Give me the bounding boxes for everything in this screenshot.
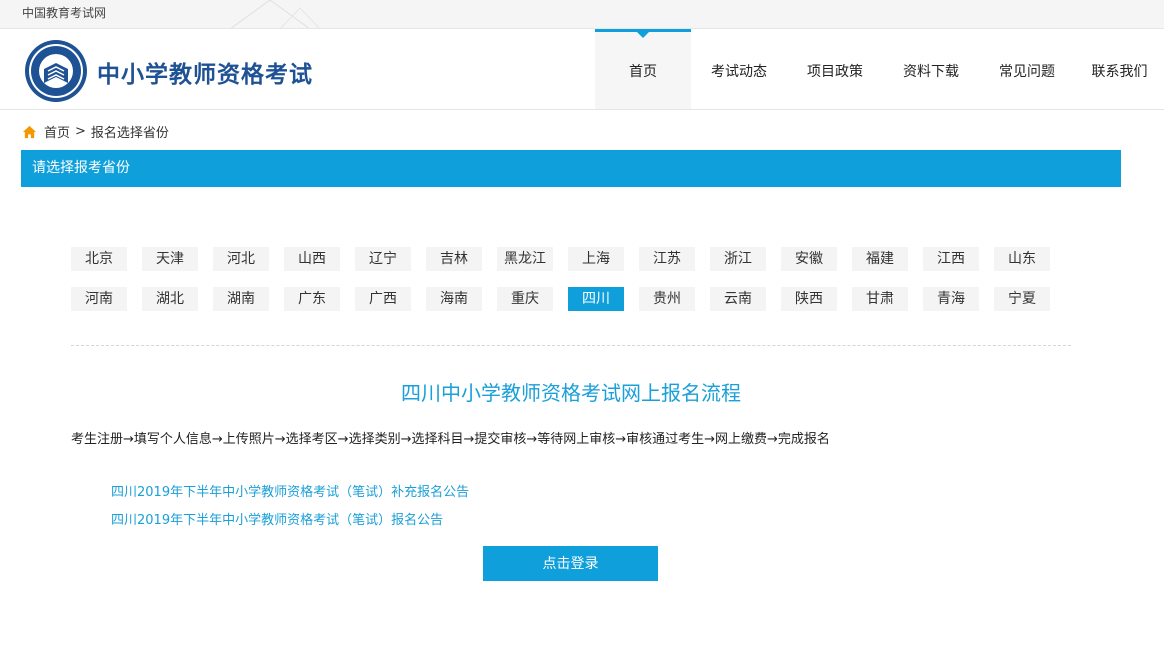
province-button[interactable]: 海南: [426, 287, 482, 311]
province-button[interactable]: 河南: [71, 287, 127, 311]
nav-item-label: 常见问题: [999, 64, 1055, 80]
province-button[interactable]: 山东: [994, 247, 1050, 271]
flow-steps: 考生注册→填写个人信息→上传照片→选择考区→选择类别→选择科目→提交审核→等待网…: [71, 432, 830, 447]
login-button[interactable]: 点击登录: [483, 546, 658, 581]
province-button[interactable]: 重庆: [497, 287, 553, 311]
notice-link[interactable]: 四川2019年下半年中小学教师资格考试（笔试）报名公告: [111, 509, 443, 528]
nav-item-policy[interactable]: 项目政策: [787, 29, 883, 109]
nav-item-home[interactable]: 首页: [595, 29, 691, 109]
province-button[interactable]: 湖北: [142, 287, 198, 311]
flow-title: 四川中小学教师资格考试网上报名流程: [401, 381, 741, 405]
nav-item-label: 资料下载: [903, 64, 959, 80]
province-button[interactable]: 山西: [284, 247, 340, 271]
province-button[interactable]: 北京: [71, 247, 127, 271]
province-button[interactable]: 黑龙江: [497, 247, 553, 271]
nav-item-contact[interactable]: 联系我们: [1075, 29, 1164, 109]
province-button[interactable]: 辽宁: [355, 247, 411, 271]
province-button[interactable]: 江西: [923, 247, 979, 271]
nav-item-faq[interactable]: 常见问题: [979, 29, 1075, 109]
decorative-lines: [230, 0, 320, 28]
site-title[interactable]: 中小学教师资格考试: [97, 55, 313, 89]
nav-item-downloads[interactable]: 资料下载: [883, 29, 979, 109]
province-button[interactable]: 天津: [142, 247, 198, 271]
province-button[interactable]: 宁夏: [994, 287, 1050, 311]
nav-item-label: 项目政策: [807, 64, 863, 80]
nav-item-label: 联系我们: [1091, 64, 1148, 80]
breadcrumb-separator: >: [75, 124, 86, 139]
section-header: 请选择报考省份: [21, 150, 1121, 187]
province-button[interactable]: 安徽: [781, 247, 837, 271]
province-button[interactable]: 青海: [923, 287, 979, 311]
emblem-logo[interactable]: [24, 39, 88, 103]
province-button[interactable]: 贵州: [639, 287, 695, 311]
province-button[interactable]: 上海: [568, 247, 624, 271]
province-button[interactable]: 浙江: [710, 247, 766, 271]
breadcrumb: 首页 > 报名选择省份: [22, 122, 169, 141]
breadcrumb-current: 报名选择省份: [90, 126, 169, 141]
province-button[interactable]: 广西: [355, 287, 411, 311]
site-header: 中小学教师资格考试 首页 考试动态 项目政策 资料下载 常见问题 联系我们: [0, 29, 1164, 110]
province-button[interactable]: 湖南: [213, 287, 269, 311]
province-button-selected[interactable]: 四川: [568, 287, 624, 311]
province-button[interactable]: 福建: [852, 247, 908, 271]
province-button[interactable]: 广东: [284, 287, 340, 311]
province-button[interactable]: 河北: [213, 247, 269, 271]
province-button[interactable]: 吉林: [426, 247, 482, 271]
province-button[interactable]: 江苏: [639, 247, 695, 271]
active-indicator-arrow: [637, 32, 649, 38]
top-site-name[interactable]: 中国教育考试网: [22, 4, 106, 21]
province-button[interactable]: 云南: [710, 287, 766, 311]
nav-item-label: 首页: [629, 64, 657, 80]
home-icon: [22, 125, 37, 138]
province-button[interactable]: 甘肃: [852, 287, 908, 311]
province-button[interactable]: 陕西: [781, 287, 837, 311]
notice-link[interactable]: 四川2019年下半年中小学教师资格考试（笔试）补充报名公告: [111, 481, 469, 500]
nav-item-label: 考试动态: [711, 64, 767, 80]
nav-item-news[interactable]: 考试动态: [691, 29, 787, 109]
top-bar: 中国教育考试网: [0, 0, 1164, 29]
breadcrumb-home-link[interactable]: 首页: [44, 122, 70, 141]
dashed-divider: [71, 345, 1071, 346]
